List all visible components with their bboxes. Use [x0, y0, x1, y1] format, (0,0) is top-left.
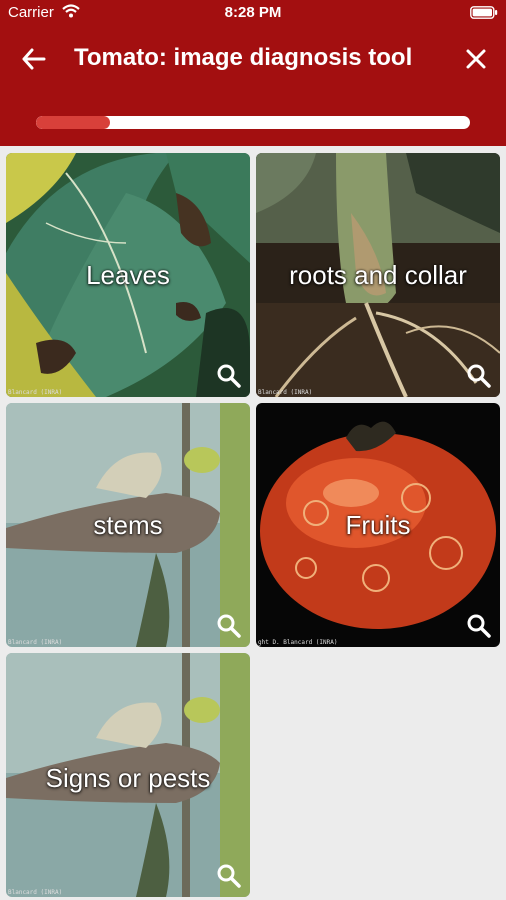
tile-label-signs-or-pests: Signs or pests — [45, 763, 211, 793]
photo-credit: Blancard (INRA) — [8, 639, 63, 646]
status-bar: Carrier 8:28 PM — [0, 0, 506, 26]
photo-credit: Blancard (INRA) — [8, 389, 63, 396]
magnifier-icon[interactable] — [216, 613, 242, 639]
category-tile-roots-and-collar[interactable]: roots and collar Blancard (INRA) — [256, 153, 500, 397]
progress-bar — [36, 116, 470, 129]
app-header: Carrier 8:28 PM Tomato: image diagnosis … — [0, 0, 506, 146]
tile-label-fruits: Fruits — [345, 510, 411, 540]
page-title: Tomato: image diagnosis tool — [74, 44, 413, 71]
photo-credit: Blancard (INRA) — [8, 889, 63, 896]
tile-label-roots-and-collar: roots and collar — [289, 260, 467, 290]
magnifier-icon[interactable] — [216, 363, 242, 389]
magnifier-icon[interactable] — [216, 863, 242, 889]
progress-bar-fill — [36, 116, 110, 129]
magnifier-icon[interactable] — [466, 363, 492, 389]
category-tile-signs-or-pests[interactable]: Signs or pests Blancard (INRA) — [6, 653, 250, 897]
close-icon[interactable] — [462, 45, 490, 73]
category-tile-leaves[interactable]: Leaves Blancard (INRA) — [6, 153, 250, 397]
battery-icon — [470, 6, 498, 19]
status-time: 8:28 PM — [224, 4, 282, 21]
back-arrow-icon[interactable] — [18, 45, 50, 73]
photo-credit: Blancard (INRA) — [258, 389, 313, 396]
tile-label-leaves: Leaves — [86, 260, 170, 290]
photo-credit: ght D. Blancard (INRA) — [258, 639, 338, 646]
tile-label-stems: stems — [93, 510, 163, 540]
toolbar: Tomato: image diagnosis tool — [0, 36, 506, 82]
magnifier-icon[interactable] — [466, 613, 492, 639]
category-tile-stems[interactable]: stems Blancard (INRA) — [6, 403, 250, 647]
category-tile-fruits[interactable]: Fruits ght D. Blancard (INRA) — [256, 403, 500, 647]
